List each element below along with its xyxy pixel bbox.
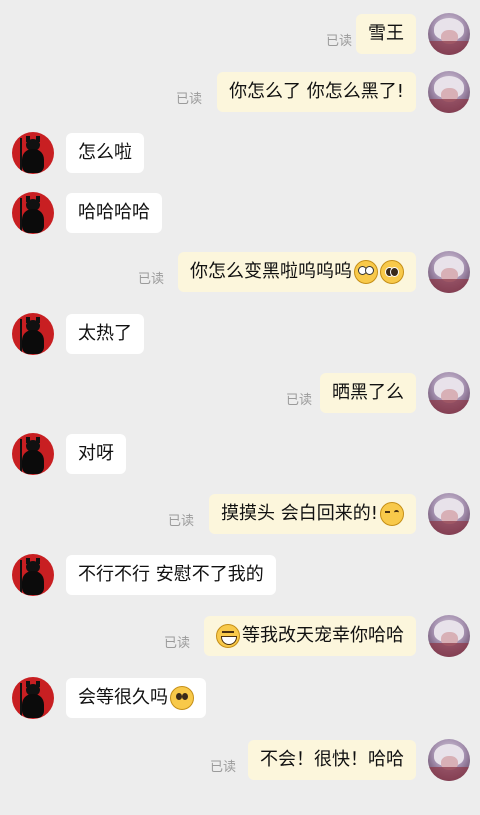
message-bubble-other[interactable]: 会等很久吗 [66, 678, 206, 718]
contact-avatar[interactable] [12, 313, 54, 355]
contact-avatar[interactable] [12, 433, 54, 475]
contact-avatar[interactable] [12, 192, 54, 234]
read-receipt: 已读 [209, 760, 236, 775]
message-row: 已读 你怎么了 你怎么黑了! [0, 62, 480, 122]
message-row: 已读 不会！很快！哈哈 [0, 730, 480, 790]
contact-avatar[interactable] [12, 677, 54, 719]
message-bubble-other[interactable]: 对呀 [66, 434, 126, 474]
message-bubble-self[interactable]: 晒黑了么 [320, 373, 416, 413]
self-avatar[interactable] [428, 251, 470, 293]
shocked-emoji-icon [354, 260, 378, 284]
read-receipt: 已读 [137, 272, 164, 287]
message-bubble-self[interactable]: 雪王 [356, 14, 416, 54]
message-text: 等我改天宠幸你哈哈 [242, 625, 404, 646]
message-text: 不行不行 安慰不了我的 [78, 564, 264, 585]
message-text: 对呀 [78, 443, 114, 464]
read-receipt: 已读 [167, 514, 194, 529]
message-text: 晒黑了么 [332, 382, 404, 403]
message-row: 对呀 [0, 424, 480, 484]
wink-emoji-icon [380, 502, 404, 526]
message-bubble-self[interactable]: 摸摸头 会白回来的! [209, 494, 416, 534]
grin-emoji-icon [216, 624, 240, 648]
self-avatar[interactable] [428, 13, 470, 55]
message-row: 哈哈哈哈 [0, 183, 480, 243]
self-avatar[interactable] [428, 739, 470, 781]
message-row: 已读 等我改天宠幸你哈哈 [0, 606, 480, 666]
contact-avatar[interactable] [12, 132, 54, 174]
read-receipt: 已读 [285, 393, 312, 408]
message-row: 已读 晒黑了么 [0, 363, 480, 423]
message-bubble-self[interactable]: 你怎么变黑啦呜呜呜 [178, 252, 416, 292]
message-text: 会等很久吗 [78, 687, 168, 708]
message-row: 太热了 [0, 304, 480, 364]
pleading-emoji-icon [380, 260, 404, 284]
message-bubble-other[interactable]: 哈哈哈哈 [66, 193, 162, 233]
message-bubble-other[interactable]: 太热了 [66, 314, 144, 354]
chat-window: 已读 雪王 已读 你怎么了 你怎么黑了! 怎么啦 哈哈哈哈 已读 你怎么变黑啦呜… [0, 0, 480, 815]
message-bubble-other[interactable]: 不行不行 安慰不了我的 [66, 555, 276, 595]
message-bubble-self[interactable]: 你怎么了 你怎么黑了! [217, 72, 416, 112]
self-avatar[interactable] [428, 493, 470, 535]
message-text: 你怎么了 你怎么黑了! [229, 81, 404, 102]
message-row: 会等很久吗 [0, 668, 480, 728]
message-text: 怎么啦 [78, 142, 132, 163]
message-bubble-self[interactable]: 不会！很快！哈哈 [248, 740, 416, 780]
contact-avatar[interactable] [12, 554, 54, 596]
read-receipt: 已读 [175, 92, 202, 107]
message-row: 已读 摸摸头 会白回来的! [0, 484, 480, 544]
message-bubble-self[interactable]: 等我改天宠幸你哈哈 [204, 616, 416, 656]
message-row: 怎么啦 [0, 123, 480, 183]
read-receipt: 已读 [325, 34, 352, 49]
message-text: 太热了 [78, 323, 132, 344]
self-avatar[interactable] [428, 615, 470, 657]
message-bubble-other[interactable]: 怎么啦 [66, 133, 144, 173]
message-text: 摸摸头 会白回来的! [221, 503, 378, 524]
message-row: 已读 雪王 [0, 4, 480, 64]
read-receipt: 已读 [163, 636, 190, 651]
message-text: 雪王 [368, 23, 404, 44]
message-text: 你怎么变黑啦呜呜呜 [190, 261, 352, 282]
message-text: 哈哈哈哈 [78, 202, 150, 223]
message-row: 不行不行 安慰不了我的 [0, 545, 480, 605]
self-avatar[interactable] [428, 372, 470, 414]
message-row: 已读 你怎么变黑啦呜呜呜 [0, 242, 480, 302]
pleading-emoji-icon [170, 686, 194, 710]
self-avatar[interactable] [428, 71, 470, 113]
message-text: 不会！很快！哈哈 [260, 749, 404, 770]
